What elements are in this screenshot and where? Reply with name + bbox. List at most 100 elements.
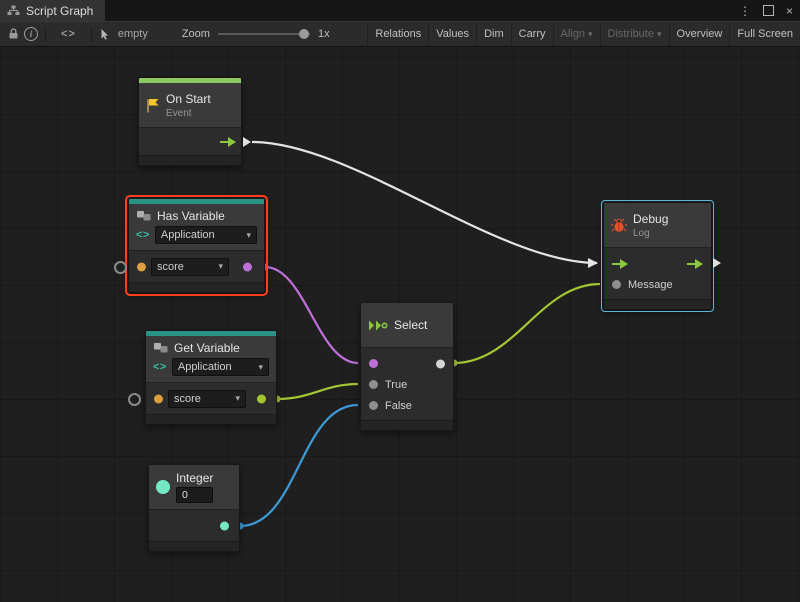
integer-value-input[interactable]: 0 [176,487,213,503]
node-header: Get Variable <> Application ▾ [146,336,276,382]
zoom-value: 1x [318,28,330,40]
bug-icon [611,218,627,233]
values-button[interactable]: Values [428,22,476,46]
lock-icon[interactable] [4,25,22,43]
node-header: Integer 0 [149,465,239,509]
node-title: Select [394,318,427,332]
node-port-area [149,509,239,541]
node-port-area: score ▾ [146,382,276,414]
flag-icon [146,98,160,113]
zoom-slider-knob[interactable] [299,29,309,39]
wire-value-select-to-message[interactable] [454,284,600,363]
unconnected-input-circle[interactable] [114,261,127,274]
align-button[interactable]: Align▾ [553,22,600,46]
node-integer[interactable]: Integer 0 [148,464,240,552]
graph-canvas[interactable]: On Start Event Has Variable [0,47,800,602]
caret-down-icon: ▾ [218,262,223,271]
dim-button[interactable]: Dim [476,22,511,46]
scope-dropdown[interactable]: Application ▾ [172,358,269,376]
value-output-port[interactable] [257,394,266,403]
node-on-start[interactable]: On Start Event [138,77,242,166]
node-port-area [139,127,241,155]
variable-kind-icon: <> [136,229,150,241]
variable-name-value: score [157,261,184,273]
zoom-control: Zoom 1x [182,27,330,41]
true-port-row: True [361,374,453,395]
fullscreen-button[interactable]: Full Screen [729,22,800,46]
button-label: Dim [484,28,504,40]
button-label: Align [561,28,585,40]
flow-output-port[interactable] [687,259,703,269]
variable-name-input-port[interactable] [137,262,146,271]
node-title: Get Variable [174,341,240,355]
button-label: Values [436,28,469,40]
node-select[interactable]: Select True False [360,302,454,431]
scope-dropdown[interactable]: Application ▾ [155,226,257,244]
flow-continue-triangle[interactable] [243,137,251,147]
wire-flow-onstart-to-log[interactable] [252,142,597,263]
titlebar: Script Graph ⋮ × [0,0,800,21]
kebab-menu-icon[interactable]: ⋮ [739,4,751,18]
caret-down-icon: ▾ [246,231,251,240]
cursor-icon [97,25,115,43]
toolbar-buttons: Relations Values Dim Carry Align▾ Distri… [367,22,800,46]
node-subtitle: Log [633,228,668,239]
true-input-port[interactable] [369,380,378,389]
node-port-area: Message [604,247,711,299]
info-icon[interactable]: i [22,25,40,43]
node-footer [139,155,241,165]
node-get-variable[interactable]: Get Variable <> Application ▾ score ▾ [145,330,277,425]
unity-window: Script Graph ⋮ × i <> empty Zoom 1x [0,0,800,602]
variable-name-dropdown[interactable]: score ▾ [168,390,246,408]
toolbar-separator [45,27,46,42]
toolbar-separator [91,27,92,42]
distribute-button[interactable]: Distribute▾ [600,22,669,46]
variables-icon [136,210,152,222]
node-title: Has Variable [157,209,225,223]
int-output-port[interactable] [220,521,229,530]
node-footer [604,299,711,309]
condition-input-port[interactable] [369,359,378,368]
code-icon[interactable]: <> [51,28,86,40]
node-header: Has Variable <> Application ▾ [129,204,264,250]
node-debug-log[interactable]: Debug Log Message [603,202,712,310]
window-controls: ⋮ × [739,0,793,21]
unconnected-input-circle[interactable] [128,393,141,406]
button-label: Relations [375,28,421,40]
button-label: Distribute [608,28,654,40]
node-footer [149,541,239,551]
button-label: Carry [519,28,546,40]
false-port-label: False [385,400,412,412]
scope-value: Application [178,361,232,373]
result-output-port[interactable] [436,359,445,368]
carry-button[interactable]: Carry [511,22,553,46]
script-graph-icon [7,5,20,16]
node-footer [129,282,264,292]
zoom-slider[interactable] [218,27,310,41]
bool-output-port[interactable] [243,262,252,271]
tab-script-graph[interactable]: Script Graph [0,0,105,21]
variable-name-dropdown[interactable]: score ▾ [151,258,229,276]
flow-input-port[interactable] [612,259,628,269]
close-icon[interactable]: × [786,4,793,18]
node-title: Integer [176,471,213,485]
variable-name-input-port[interactable] [154,394,163,403]
zoom-slider-track [218,33,310,35]
message-port-row: Message [604,274,711,295]
message-input-port[interactable] [612,280,621,289]
node-has-variable[interactable]: Has Variable <> Application ▾ score ▾ [128,198,265,293]
maximize-icon[interactable] [763,5,774,16]
node-footer [146,414,276,424]
node-header: Select [361,303,453,347]
overview-button[interactable]: Overview [669,22,730,46]
relations-button[interactable]: Relations [367,22,428,46]
flow-continue-triangle[interactable] [713,258,721,268]
false-input-port[interactable] [369,401,378,410]
selection-empty-label: empty [118,28,148,40]
wire-value-getvar-to-true[interactable] [277,384,358,399]
flow-output-port[interactable] [220,137,236,147]
node-header: On Start Event [139,83,241,127]
wire-bool-hasvar-to-select[interactable] [265,267,358,363]
message-port-label: Message [628,279,673,291]
caret-down-icon: ▾ [588,30,593,39]
